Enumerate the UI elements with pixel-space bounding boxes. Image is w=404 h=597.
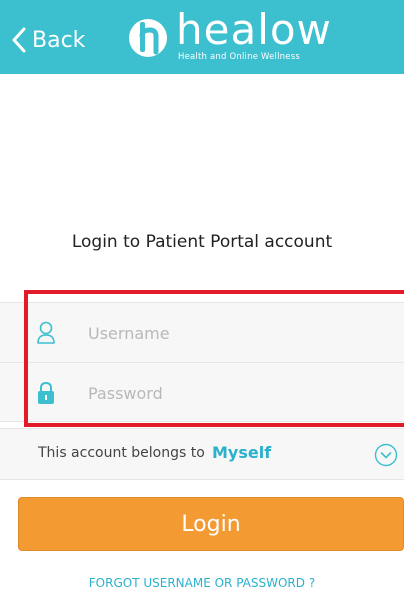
lock-icon: [38, 381, 54, 404]
username-input[interactable]: [88, 319, 388, 347]
chevron-left-icon: [12, 27, 26, 53]
logo-tagline: Health and Online Wellness: [178, 52, 300, 62]
healow-logo: healow Health and Online Wellness: [128, 8, 332, 68]
account-owner-selector[interactable]: This account belongs to Myself: [0, 428, 404, 480]
account-owner-label: This account belongs to: [38, 445, 205, 461]
page-title: Login to Patient Portal account: [71, 232, 333, 252]
chevron-down-circle-icon[interactable]: [374, 443, 398, 467]
login-form: [0, 302, 404, 422]
forgot-credentials-link[interactable]: FORGOT USERNAME OR PASSWORD ?: [0, 576, 404, 590]
back-label: Back: [32, 27, 86, 53]
password-row: [0, 362, 404, 422]
healow-logo-mark-icon: [129, 19, 167, 57]
username-row: [0, 302, 404, 362]
logo-wordmark: healow: [176, 5, 332, 54]
login-button[interactable]: Login: [18, 497, 404, 551]
app-header: Back healow Health and Online Wellness: [0, 0, 404, 74]
user-icon: [37, 321, 55, 344]
back-button[interactable]: Back: [12, 22, 85, 58]
password-input[interactable]: [88, 379, 388, 407]
account-owner-value[interactable]: Myself: [212, 443, 271, 462]
